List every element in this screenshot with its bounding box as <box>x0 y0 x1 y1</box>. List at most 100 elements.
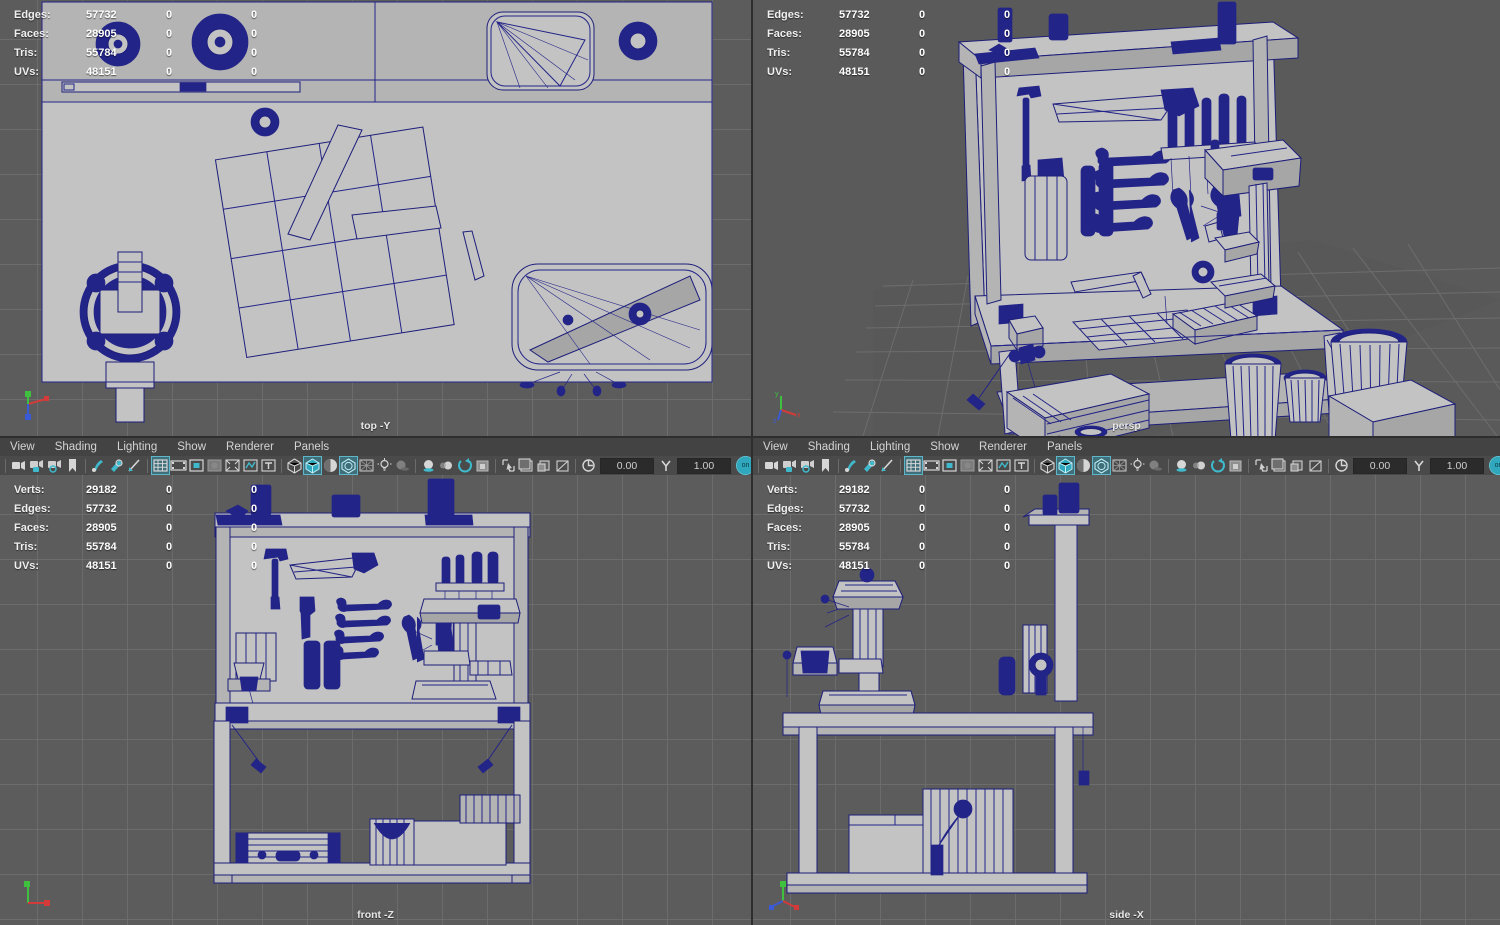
bookmark-icon-side[interactable] <box>817 457 834 474</box>
shaded-wireframe-icon-side[interactable] <box>1075 457 1092 474</box>
multisample-icon-front[interactable] <box>456 457 473 474</box>
color-management-toggle-side[interactable]: on <box>1489 456 1500 475</box>
menu-renderer-front[interactable]: Renderer <box>226 441 274 453</box>
shadows-icon-front[interactable] <box>394 457 411 474</box>
xray-icon-front[interactable] <box>518 457 535 474</box>
ambient-occlusion-icon-side[interactable] <box>1173 457 1190 474</box>
viewport-front-body[interactable]: Verts: 29182 0 0 Edges: 57732 0 0 Faces: 28905 0 0 T… <box>0 475 751 925</box>
use-lights-icon-front[interactable] <box>376 457 393 474</box>
isolate-select-icon-front[interactable] <box>500 457 517 474</box>
resolution-gate-icon-front[interactable] <box>188 457 205 474</box>
title-safe-icon-side[interactable] <box>1013 457 1030 474</box>
toolbar-separator <box>758 458 759 473</box>
smooth-shade-icon-side[interactable] <box>1056 456 1075 475</box>
wireframe-icon-side[interactable] <box>1039 457 1056 474</box>
shaded-wireframe-icon-front[interactable] <box>322 457 339 474</box>
viewport-persp-body[interactable]: Edges: 57732 0 0 Faces: 28905 0 0 Tris: 55784 0 0 UV… <box>753 0 1500 436</box>
horizontal-splitter[interactable] <box>0 436 1500 438</box>
multisample-icon-side[interactable] <box>1209 457 1226 474</box>
svg-text:y: y <box>775 391 779 398</box>
xray-icon-side[interactable] <box>1271 457 1288 474</box>
toolbar-separator <box>1328 458 1329 473</box>
menu-view-front[interactable]: View <box>10 441 35 453</box>
shadows-icon-side[interactable] <box>1147 457 1164 474</box>
viewport-persp[interactable]: Edges: 57732 0 0 Faces: 28905 0 0 Tris: 55784 0 0 UV… <box>753 0 1500 436</box>
motion-blur-icon-front[interactable] <box>438 457 455 474</box>
menubar-front[interactable]: View Shading Lighting Show Renderer Pane… <box>0 438 751 456</box>
gamma-value-field-front[interactable]: 1.00 <box>677 457 731 474</box>
resolution-gate-icon-side[interactable] <box>941 457 958 474</box>
toolbar-separator <box>900 458 901 473</box>
xray-active-components-icon-side[interactable] <box>1307 457 1324 474</box>
exposure-value-field-side[interactable]: 0.00 <box>1353 457 1407 474</box>
field-chart-icon-front[interactable] <box>224 457 241 474</box>
bookmark-icon-front[interactable] <box>64 457 81 474</box>
menu-lighting-front[interactable]: Lighting <box>117 441 157 453</box>
grid-toggle-icon-front[interactable] <box>151 456 170 475</box>
menu-show-front[interactable]: Show <box>177 441 206 453</box>
textured-icon-front[interactable] <box>339 456 358 475</box>
title-safe-icon-front[interactable] <box>260 457 277 474</box>
depth-of-field-icon-side[interactable] <box>1227 457 1244 474</box>
measure-icon-side[interactable] <box>879 457 896 474</box>
camera-icon-side[interactable] <box>763 457 780 474</box>
viewport-top[interactable]: Edges: 57732 0 0 Faces: 28905 0 0 Tris: 55784 0 0 UV… <box>0 0 751 436</box>
toolbar-separator <box>147 458 148 473</box>
paint-effects-icon-side[interactable] <box>843 457 860 474</box>
menu-shading-front[interactable]: Shading <box>55 441 97 453</box>
grease-pencil-icon-side[interactable] <box>861 457 878 474</box>
field-chart-icon-side[interactable] <box>977 457 994 474</box>
measure-icon-front[interactable] <box>126 457 143 474</box>
grid-toggle-icon-side[interactable] <box>904 456 923 475</box>
xray-joints-icon-side[interactable] <box>1289 457 1306 474</box>
viewport-side[interactable]: View Shading Lighting Show Renderer Pane… <box>753 438 1500 925</box>
ambient-occlusion-icon-front[interactable] <box>420 457 437 474</box>
menu-lighting-side[interactable]: Lighting <box>870 441 910 453</box>
depth-of-field-icon-front[interactable] <box>474 457 491 474</box>
viewport-side-body[interactable]: Verts: 29182 0 0 Edges: 57732 0 0 Faces: 28905 0 0 T… <box>753 475 1500 925</box>
menu-view-side[interactable]: View <box>763 441 788 453</box>
camera-lock-icon-side[interactable] <box>781 457 798 474</box>
paint-effects-icon-front[interactable] <box>90 457 107 474</box>
exposure-icon-side[interactable] <box>1333 457 1350 474</box>
menu-shading-side[interactable]: Shading <box>808 441 850 453</box>
menu-panels-side[interactable]: Panels <box>1047 441 1082 453</box>
exposure-value-field-front[interactable]: 0.00 <box>600 457 654 474</box>
menu-renderer-side[interactable]: Renderer <box>979 441 1027 453</box>
textured-icon-side[interactable] <box>1092 456 1111 475</box>
smooth-shade-icon-front[interactable] <box>303 456 322 475</box>
hardware-texture-icon-front[interactable] <box>358 457 375 474</box>
menu-panels-front[interactable]: Panels <box>294 441 329 453</box>
iconbar-front[interactable]: 0.001.00onsRGB gamma <box>0 456 751 476</box>
xray-joints-icon-front[interactable] <box>536 457 553 474</box>
color-management-toggle-front[interactable]: on <box>736 456 751 475</box>
menu-show-side[interactable]: Show <box>930 441 959 453</box>
camera-unlock-icon-side[interactable] <box>799 457 816 474</box>
viewport-front[interactable]: View Shading Lighting Show Renderer Pane… <box>0 438 751 925</box>
gate-mask-icon-front[interactable] <box>206 457 223 474</box>
film-gate-icon-side[interactable] <box>923 457 940 474</box>
iconbar-side[interactable]: 0.001.00onsRGB gamma <box>753 456 1500 476</box>
exposure-icon-front[interactable] <box>580 457 597 474</box>
gamma-icon-front[interactable] <box>657 457 674 474</box>
gate-mask-icon-side[interactable] <box>959 457 976 474</box>
camera-lock-icon-front[interactable] <box>28 457 45 474</box>
film-gate-icon-front[interactable] <box>170 457 187 474</box>
menubar-side[interactable]: View Shading Lighting Show Renderer Pane… <box>753 438 1500 456</box>
viewport-top-body[interactable]: Edges: 57732 0 0 Faces: 28905 0 0 Tris: 55784 0 0 UV… <box>0 0 751 436</box>
use-lights-icon-side[interactable] <box>1129 457 1146 474</box>
hardware-texture-icon-side[interactable] <box>1111 457 1128 474</box>
safe-action-icon-side[interactable] <box>995 457 1012 474</box>
motion-blur-icon-side[interactable] <box>1191 457 1208 474</box>
viewport-label-front: front -Z <box>357 909 394 921</box>
isolate-select-icon-side[interactable] <box>1253 457 1270 474</box>
wireframe-icon-front[interactable] <box>286 457 303 474</box>
safe-action-icon-front[interactable] <box>242 457 259 474</box>
camera-icon-front[interactable] <box>10 457 27 474</box>
grease-pencil-icon-front[interactable] <box>108 457 125 474</box>
xray-active-components-icon-front[interactable] <box>554 457 571 474</box>
vertical-splitter[interactable] <box>751 0 753 925</box>
gamma-value-field-side[interactable]: 1.00 <box>1430 457 1484 474</box>
camera-unlock-icon-front[interactable] <box>46 457 63 474</box>
gamma-icon-side[interactable] <box>1410 457 1427 474</box>
